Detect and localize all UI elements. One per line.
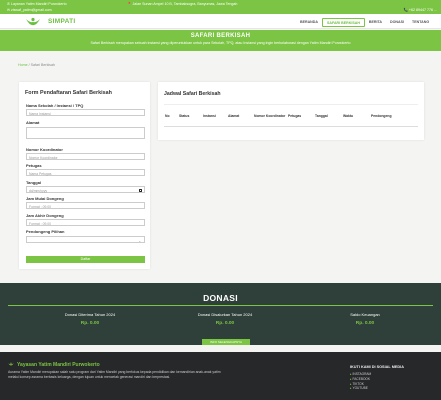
info-selengkapnya-button[interactable]: INFO SELENGKAPNYA	[202, 339, 250, 345]
col-nomor-koordinator[interactable]: Nomor Koordinator	[253, 104, 287, 127]
donasi-diterima: Donasi Diterima Tahun 2024 Rp. 0.00	[40, 312, 140, 326]
page-title: SAFARI BERKISAH	[190, 33, 251, 39]
phone-link[interactable]: 📞 +62 89447 776 ...	[403, 8, 437, 12]
registration-form: Form Pendaftaran Safari Berkisah Nama Se…	[19, 82, 150, 269]
petugas-label: Petugas	[26, 163, 42, 168]
alamat-label: Alamat	[26, 120, 40, 125]
donasi-diterima-label: Donasi Diterima Tahun 2024	[64, 312, 116, 317]
daftar-button[interactable]: Daftar	[26, 256, 145, 263]
saldo-keuangan-label: Saldo Keuangan	[350, 312, 380, 317]
nama-input[interactable]: Nama Instansi	[26, 109, 145, 116]
footer: Yayasan Yatim Mandiri Purwokerto Aurama …	[0, 352, 441, 400]
social-youtube[interactable]: YOUTUBE	[350, 386, 371, 391]
koordinator-input[interactable]: Nomor Koordinator	[26, 153, 145, 160]
col-waktu[interactable]: Waktu	[342, 104, 370, 127]
top-info-bar: ✆ Layanan Yatim Mandiri Purwokerto ✉ zis…	[0, 0, 441, 14]
menu-tentang[interactable]: TENTANG	[408, 18, 433, 27]
pendongeng-label: Pendongeng Pilihan	[26, 229, 65, 234]
jam-akhir-label: Jam Akhir Dongeng	[26, 213, 64, 218]
navbar: SIMPATI BERANDA SAFARI BERKISAH BERITA D…	[0, 14, 441, 29]
chevron-down-icon: ⌄	[138, 238, 141, 243]
koordinator-label: Nomor Koordinator	[26, 147, 63, 152]
schedule-table: No Status Instansi Alamat Nomor Koordina…	[164, 104, 418, 127]
saldo-keuangan-value: Rp. 0.00	[355, 320, 375, 326]
form-title: Form Pendaftaran Safari Berkisah	[25, 90, 112, 96]
donasi-title: DONASI	[203, 293, 238, 303]
hands-logo-icon	[8, 362, 14, 366]
table-header-row: No Status Instansi Alamat Nomor Koordina…	[164, 104, 418, 127]
breadcrumb-home[interactable]: Home	[18, 63, 28, 67]
col-petugas[interactable]: Petugas	[287, 104, 314, 127]
menu-safari-berkisah[interactable]: SAFARI BERKISAH	[321, 18, 365, 27]
nama-label: Nama Sekolah / Instansi / TPQ	[26, 103, 84, 108]
main-menu: BERANDA SAFARI BERKISAH BERITA DONASI TE…	[296, 18, 433, 27]
menu-donasi[interactable]: DONASI	[386, 18, 408, 27]
divider	[8, 305, 433, 306]
col-no[interactable]: No	[164, 104, 178, 127]
donasi-section: DONASI Donasi Diterima Tahun 2024 Rp. 0.…	[0, 283, 441, 345]
social-title: IKUTI KAMI DI SOSIAL MEDIA	[350, 365, 404, 369]
col-pendongeng[interactable]: Pendongeng	[370, 104, 418, 127]
breadcrumb-current: Safari Berkisah	[30, 63, 55, 67]
saldo-keuangan: Saldo Keuangan Rp. 0.00	[320, 312, 410, 326]
col-instansi[interactable]: Instansi	[202, 104, 227, 127]
page-subtitle: Safari Berkisah merupakan sebuah instans…	[90, 41, 351, 45]
social-facebook[interactable]: FACEBOOK	[350, 377, 371, 382]
jam-akhir-input[interactable]: Format : 09.00	[26, 219, 145, 226]
footer-description: Aurama Yatim Mandiri merupakan salah sat…	[8, 370, 221, 379]
hero-banner: SAFARI BERKISAH Safari Berkisah merupaka…	[0, 30, 441, 51]
jam-mulai-label: Jam Mulai Dongeng	[26, 196, 64, 201]
donasi-disalurkan-value: Rp. 0.00	[215, 320, 235, 326]
petugas-input[interactable]: Nama Petugas	[26, 169, 145, 176]
jam-mulai-input[interactable]: Format : 09.00	[26, 202, 145, 209]
pendongeng-select[interactable]: ⌄	[26, 236, 145, 243]
donasi-diterima-value: Rp. 0.00	[80, 320, 100, 326]
calendar-icon[interactable]	[138, 188, 142, 192]
schedule-card: Jadwal Safari Berkisah No Status Instans…	[158, 82, 424, 140]
donasi-disalurkan: Donasi Disalurkan Tahun 2024 Rp. 0.00	[170, 312, 280, 326]
hands-logo-icon[interactable]	[25, 17, 41, 26]
col-alamat[interactable]: Alamat	[227, 104, 253, 127]
tanggal-placeholder: dd/mm/yyyy	[29, 188, 48, 193]
schedule-title: Jadwal Safari Berkisah	[164, 91, 221, 97]
email-link[interactable]: ✉ ziswaf_yatim@gmail.com	[7, 8, 52, 12]
brand-name[interactable]: SIMPATI	[48, 18, 76, 25]
breadcrumb: Home / Safari Berkisah	[18, 63, 55, 67]
col-tanggal[interactable]: Tanggal	[314, 104, 342, 127]
donasi-disalurkan-label: Donasi Disalurkan Tahun 2024	[197, 312, 253, 317]
col-status[interactable]: Status	[178, 104, 202, 127]
social-list: INSTAGRAM FACEBOOK TIKTOK YOUTUBE	[350, 372, 371, 391]
footer-title: Yayasan Yatim Mandiri Purwokerto	[17, 362, 100, 368]
menu-berita[interactable]: BERITA	[365, 18, 386, 27]
tanggal-input[interactable]: dd/mm/yyyy	[26, 186, 145, 193]
tanggal-label: Tanggal	[26, 180, 42, 185]
contact-text: ✆ Layanan Yatim Mandiri Purwokerto	[7, 2, 67, 6]
alamat-textarea[interactable]	[26, 127, 145, 139]
address-text: 📍 Jalan Sunan Ampel 10 B, Tambaksogra, B…	[127, 2, 238, 6]
menu-beranda[interactable]: BERANDA	[296, 18, 322, 27]
